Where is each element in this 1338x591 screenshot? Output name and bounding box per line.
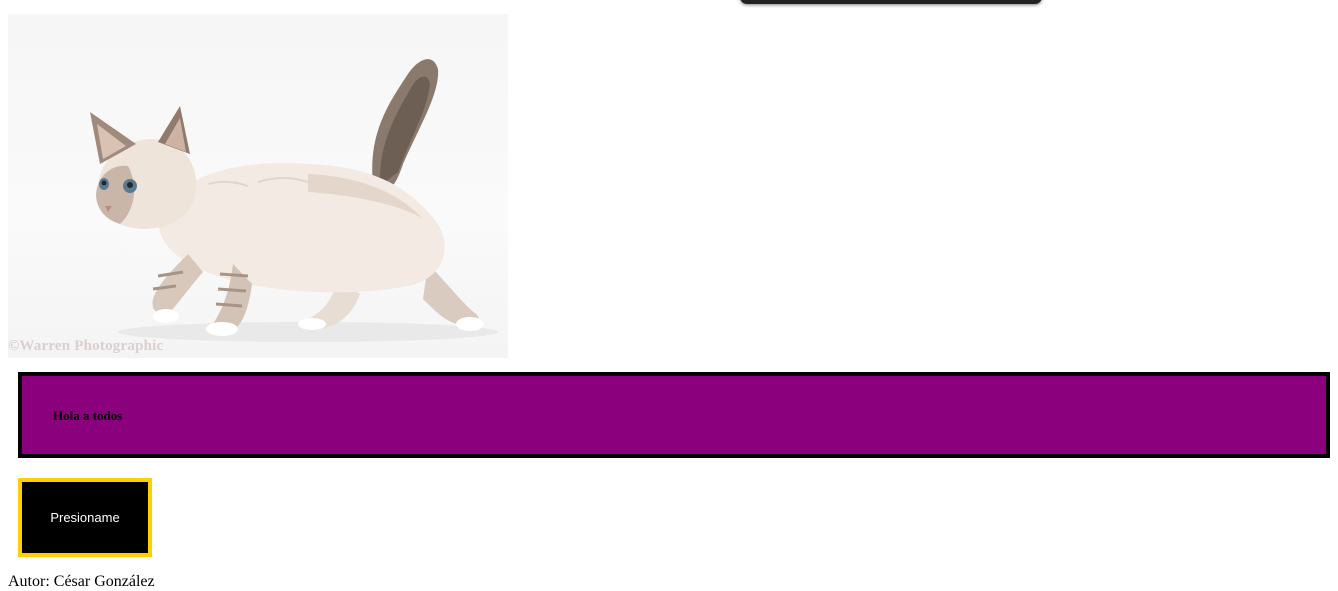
greeting-banner: Hola a todos <box>18 372 1330 458</box>
press-me-button[interactable]: Presioname <box>18 478 152 557</box>
top-toolbar-edge <box>740 0 1042 4</box>
author-credit: Autor: César González <box>8 573 155 590</box>
kitten-illustration <box>90 59 498 342</box>
greeting-text: Hola a todos <box>53 408 123 423</box>
kitten-image: ©Warren Photographic <box>8 14 508 358</box>
watermark-text: ©Warren Photographic <box>8 338 164 354</box>
